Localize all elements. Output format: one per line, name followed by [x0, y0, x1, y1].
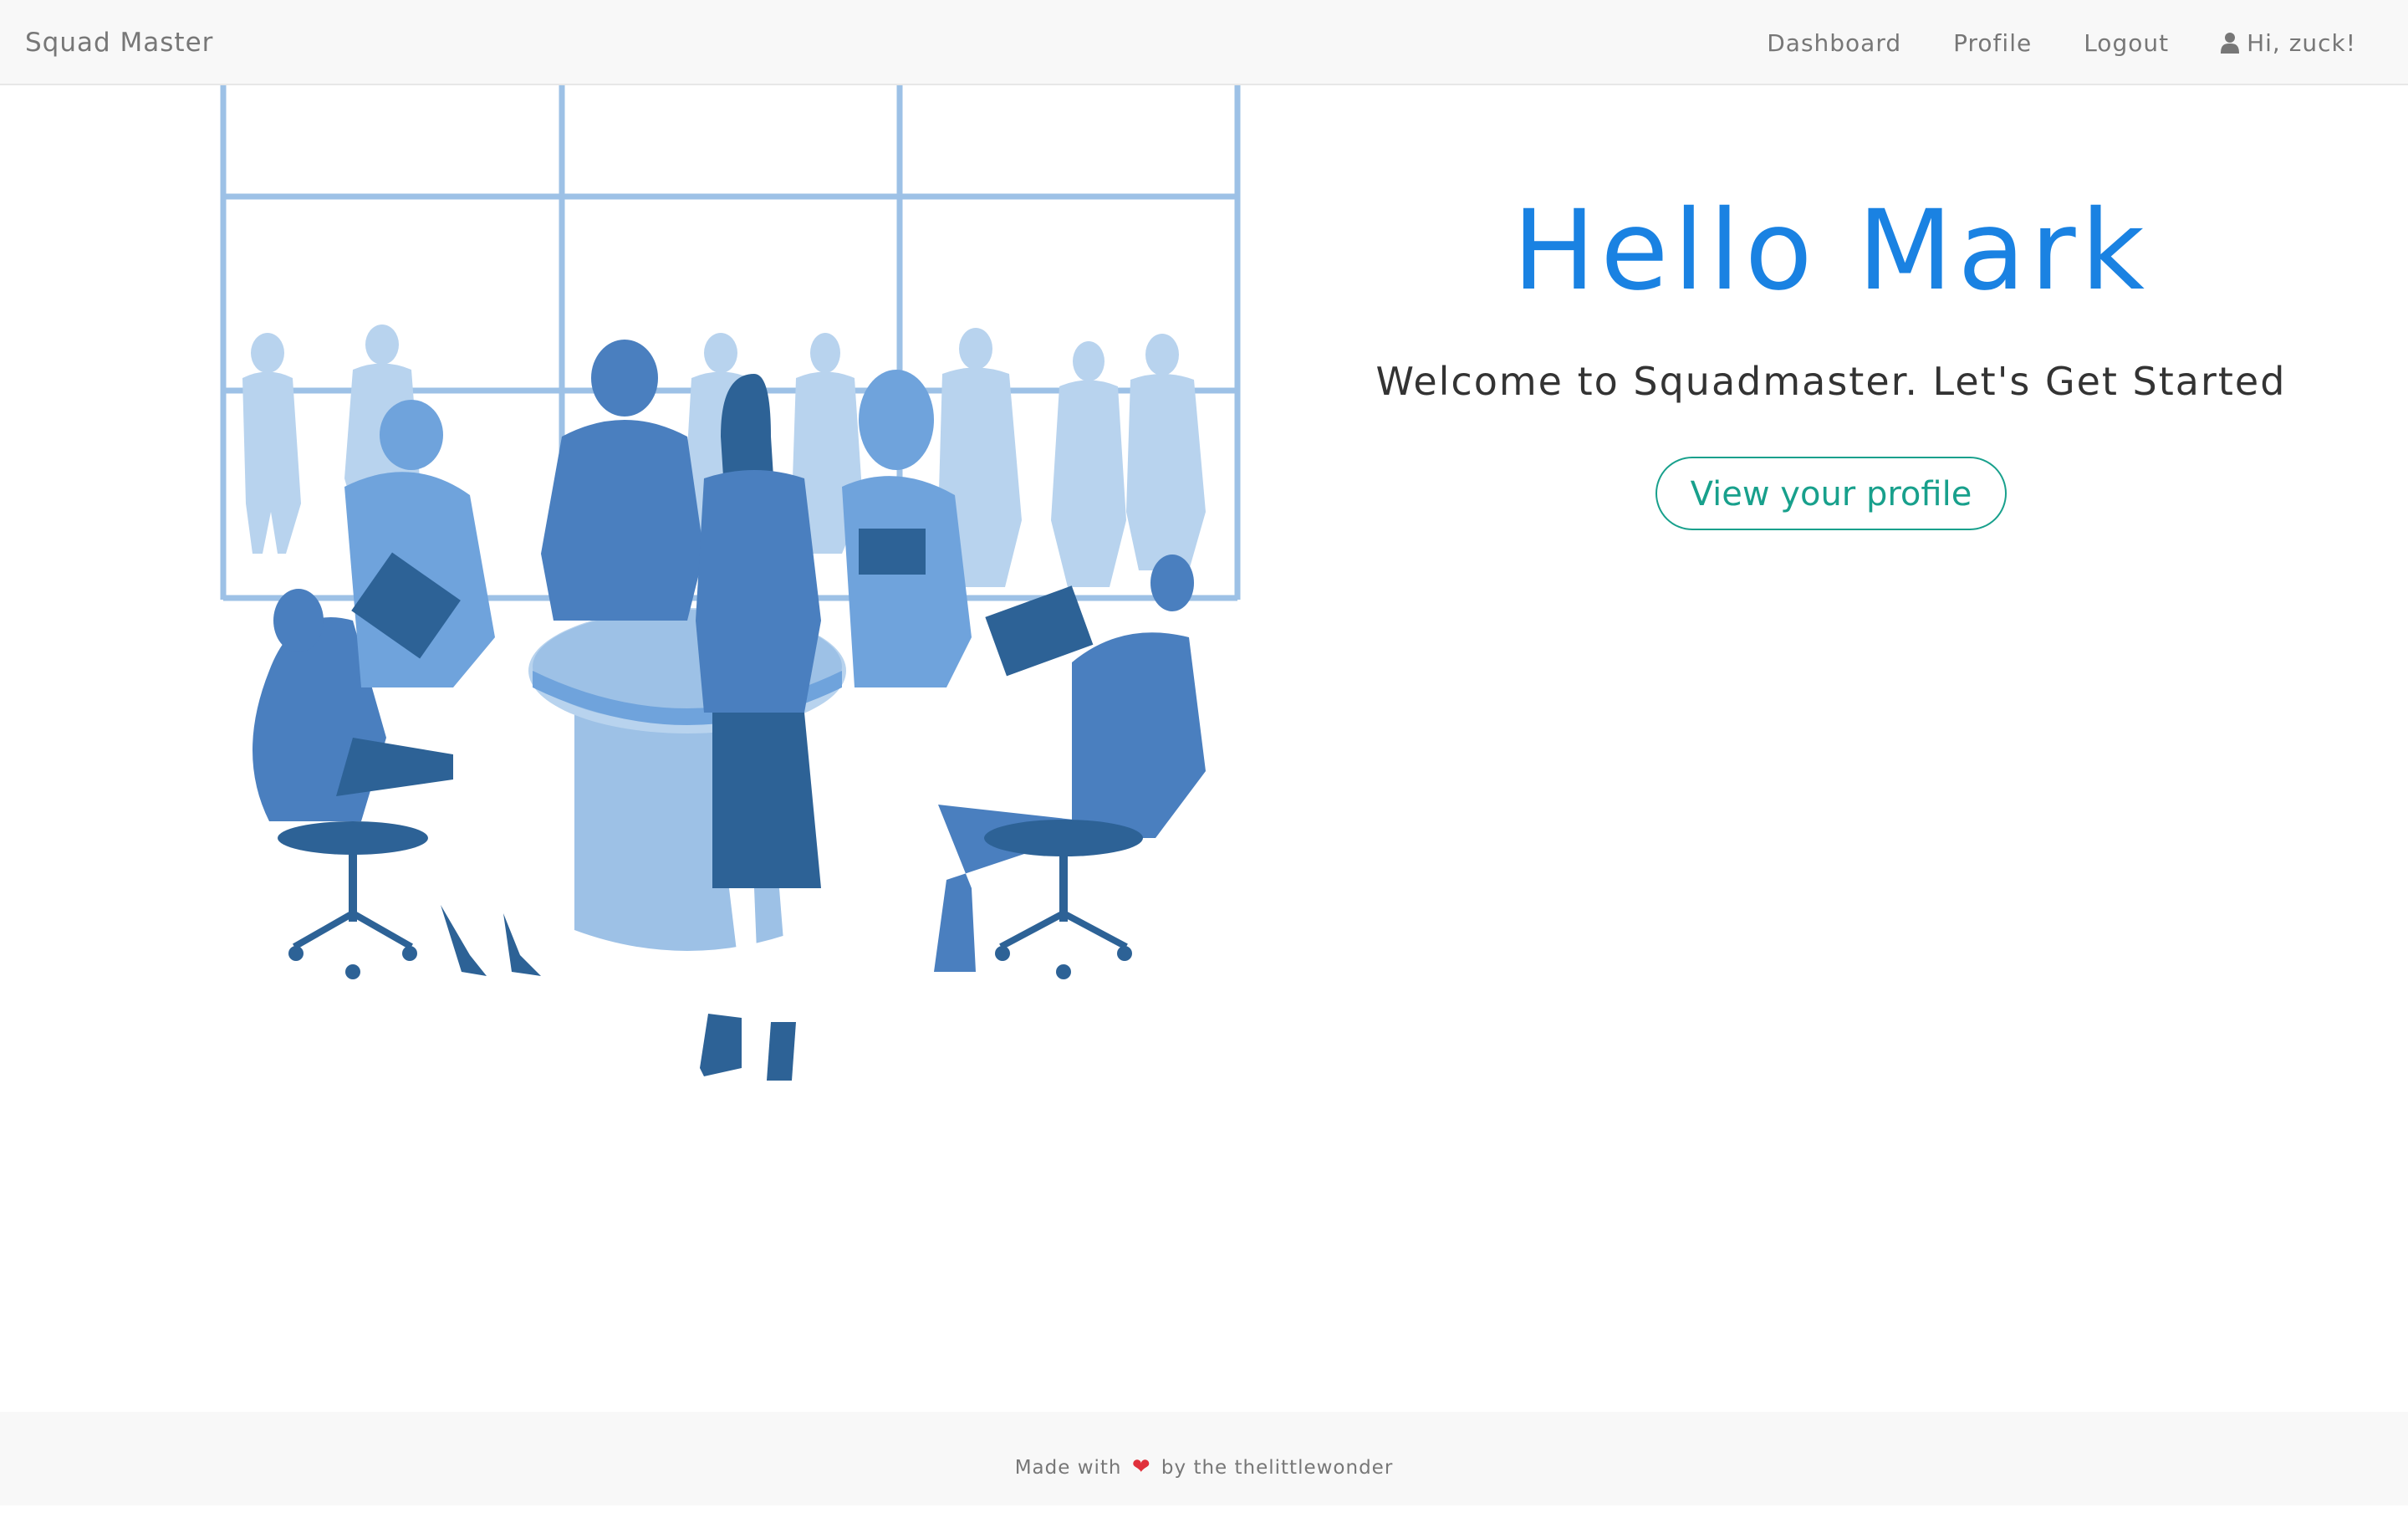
- user-icon: [2221, 33, 2240, 54]
- nav-user-menu[interactable]: Hi, zuck!: [2221, 29, 2356, 57]
- nav-links: Dashboard Profile Logout Hi, zuck!: [1715, 0, 2356, 85]
- nav-profile-link[interactable]: Profile: [1953, 29, 2032, 57]
- team-meeting-illustration: [220, 85, 1241, 1081]
- footer-prefix: Made with: [1014, 1457, 1122, 1479]
- standing-man: [541, 340, 704, 621]
- brand-link[interactable]: Squad Master: [25, 0, 213, 85]
- hero-subtitle: Welcome to Squadmaster. Let's Get Starte…: [1375, 359, 2287, 404]
- user-greeting: Hi, zuck!: [2247, 28, 2356, 57]
- nav-logout-link[interactable]: Logout: [2084, 29, 2169, 57]
- standing-woman-front: [696, 374, 821, 1081]
- footer-suffix: by the thelittlewonder: [1161, 1457, 1394, 1479]
- nav-dashboard-link[interactable]: Dashboard: [1767, 29, 1901, 57]
- navbar: Squad Master Dashboard Profile Logout Hi…: [0, 0, 2408, 85]
- heart-icon: ❤: [1131, 1454, 1151, 1480]
- hero-section: Hello Mark Welcome to Squadmaster. Let's…: [1304, 176, 2358, 530]
- hero-title: Hello Mark: [1512, 187, 2150, 315]
- footer: Made with ❤ by the thelittlewonder: [0, 1412, 2408, 1505]
- seated-man-right: [934, 555, 1206, 979]
- view-profile-button[interactable]: View your profile: [1655, 457, 2008, 530]
